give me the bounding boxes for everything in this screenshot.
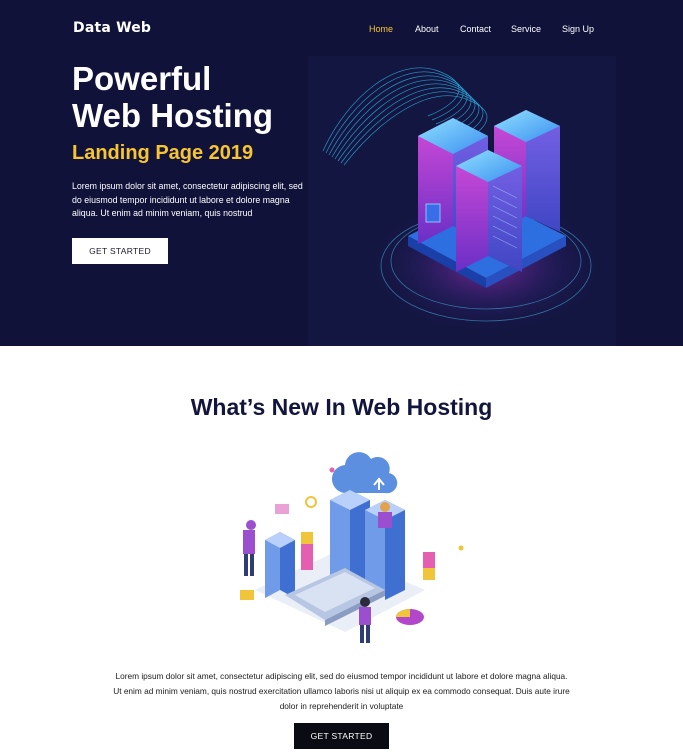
server-rack-icon [308,56,616,346]
top-nav: Home About Contact Service Sign Up [0,24,683,38]
section-title: What’s New In Web Hosting [190,394,493,420]
hero-title-line-1: Powerful [72,60,212,97]
hero-section: Data Web Home About Contact Service Sign… [0,0,683,346]
nav-link-sign-up[interactable]: Sign Up [562,24,594,34]
nav-link-home[interactable]: Home [369,24,393,34]
cloud-server-icon [240,452,464,643]
nav-link-about[interactable]: About [415,24,439,34]
features-description: Lorem ipsum dolor sit amet, consectetur … [113,671,570,711]
hero-description: Lorem ipsum dolor sit amet, consectetur … [72,181,303,219]
hero-get-started-button[interactable]: GET STARTED [72,238,168,264]
nav-link-service[interactable]: Service [511,24,541,34]
nav-link-contact[interactable]: Contact [460,24,491,34]
features-get-started-button[interactable]: GET STARTED [294,723,389,749]
hero-title: Powerful Web Hosting [72,60,273,134]
hero-title-line-2: Web Hosting [72,97,274,134]
hero-subtitle: Landing Page 2019 [72,142,254,164]
